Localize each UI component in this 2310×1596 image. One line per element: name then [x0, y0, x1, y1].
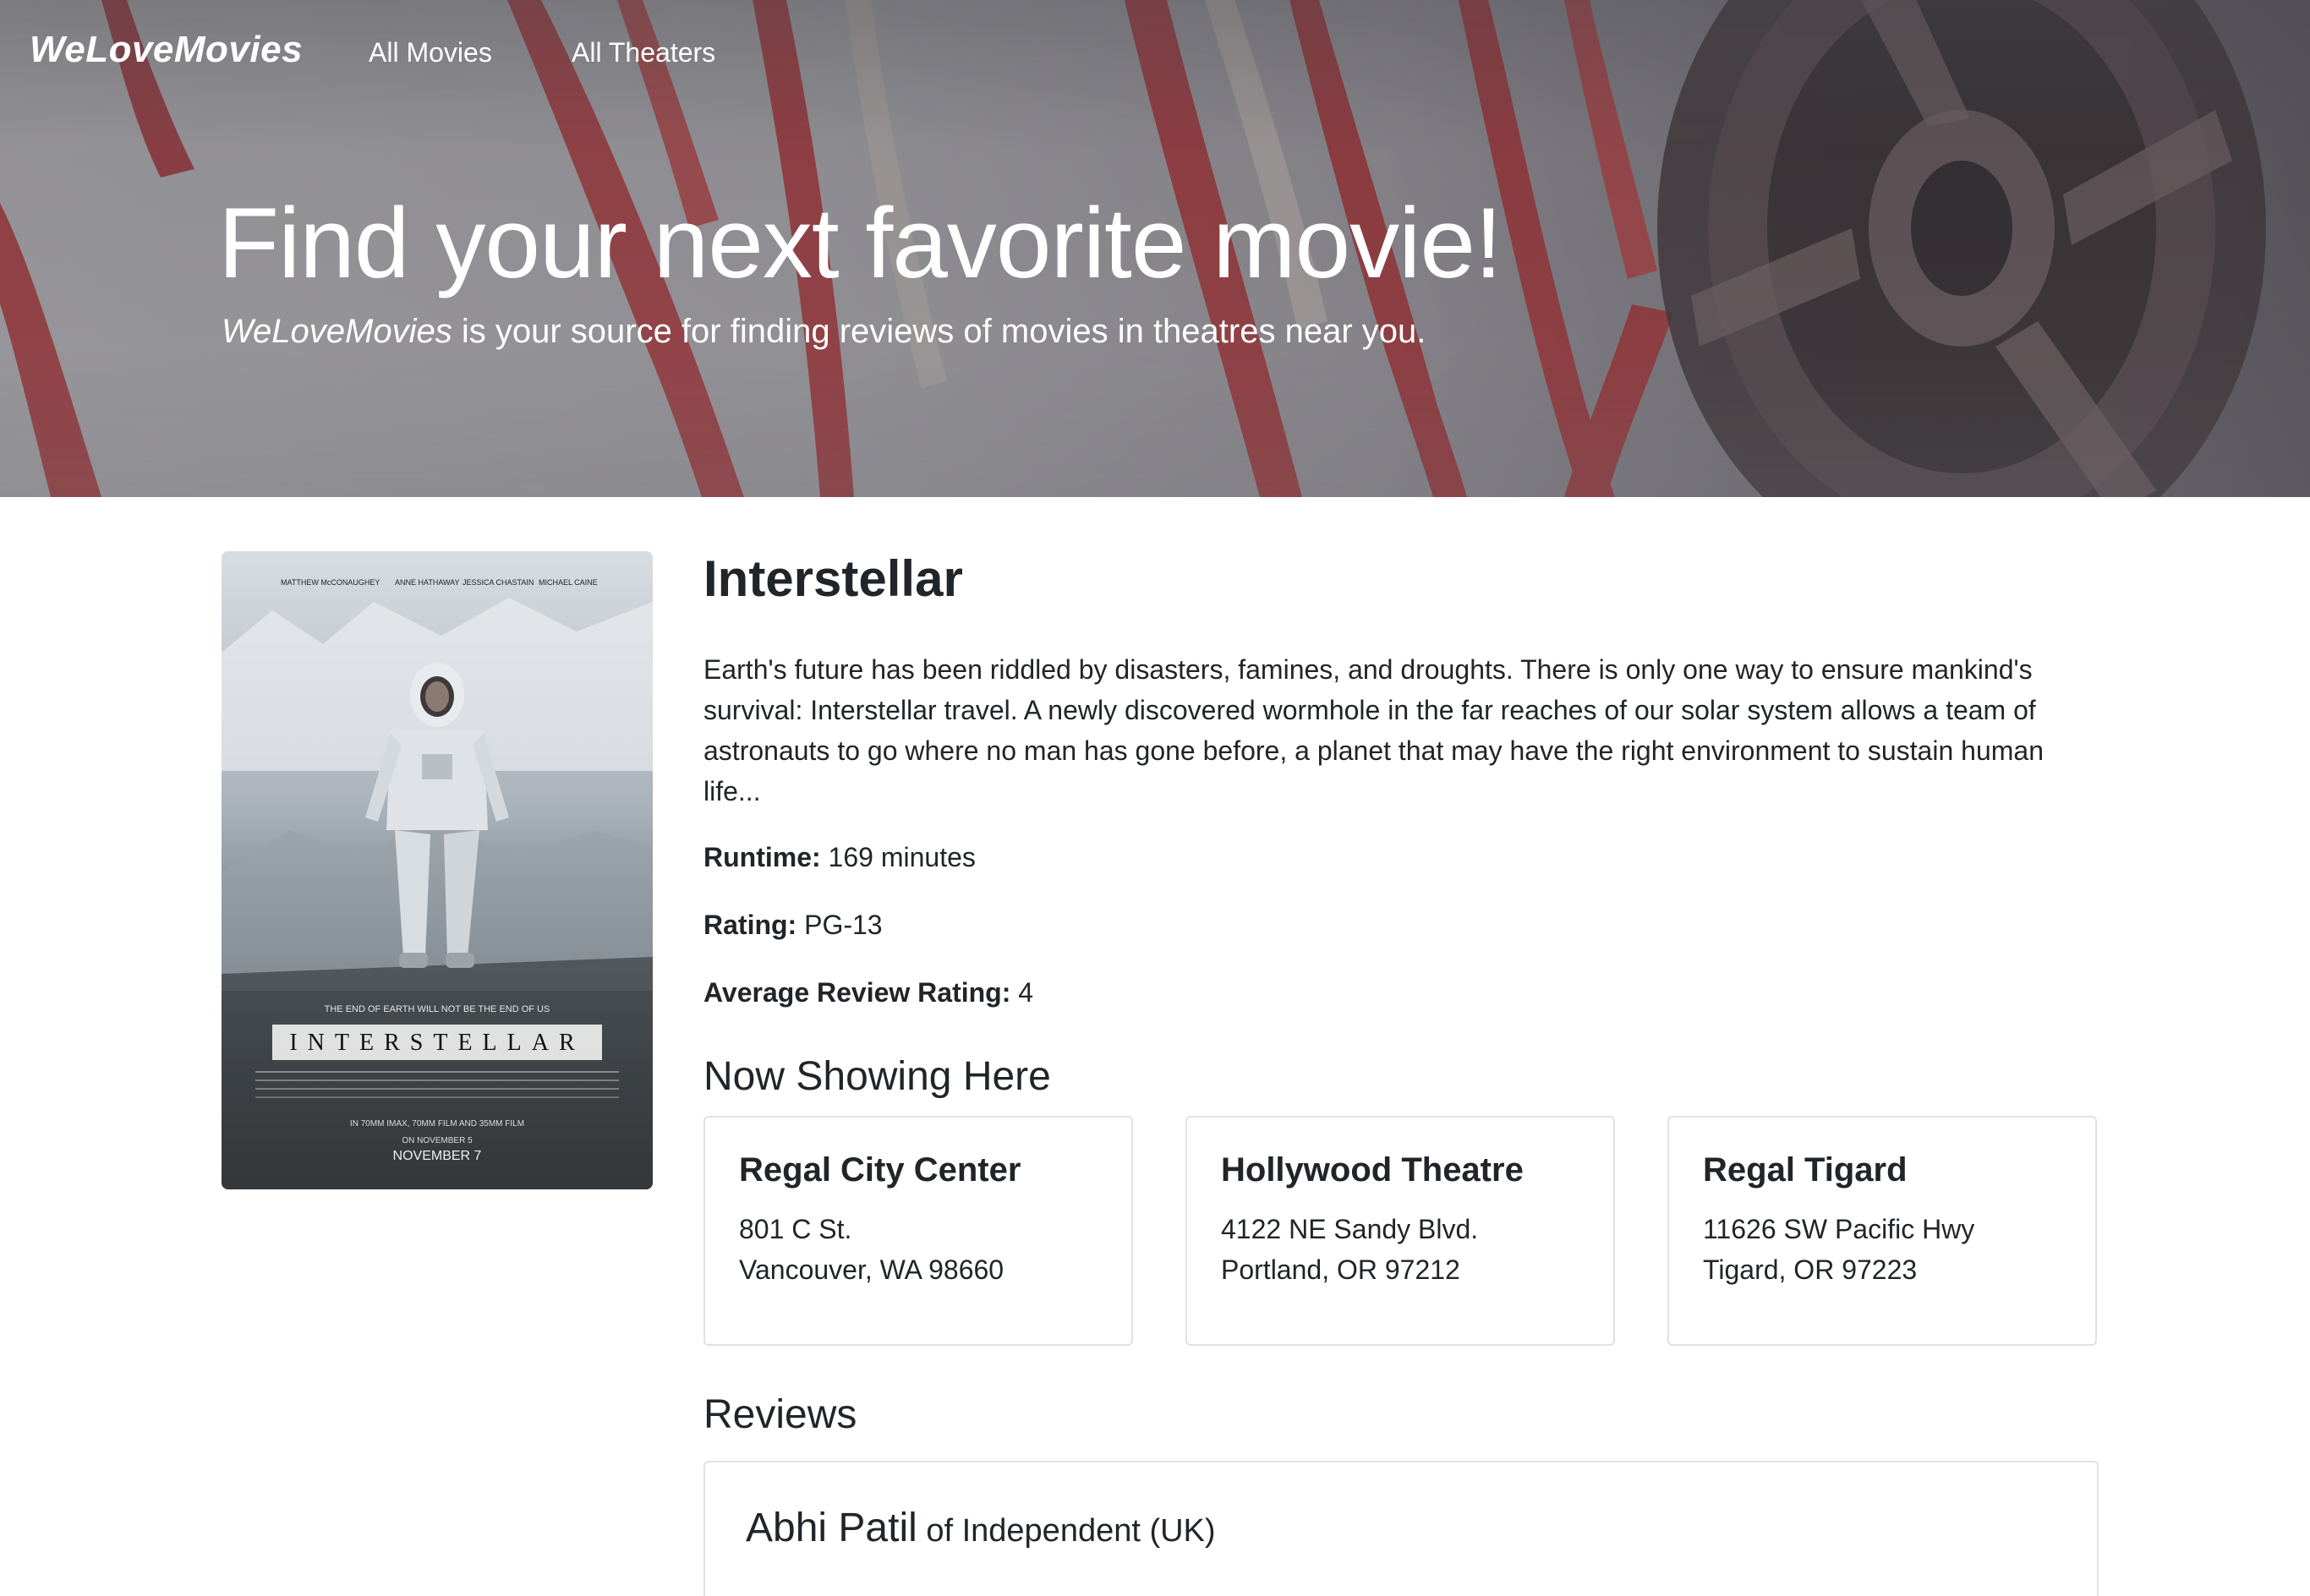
movie-poster: MATTHEW McCONAUGHEY ANNE HATHAWAY JESSIC…: [222, 551, 653, 1189]
runtime-label: Runtime:: [703, 842, 821, 872]
poster-release-1: ON NOVEMBER 5: [402, 1136, 473, 1145]
poster-cast-2: ANNE HATHAWAY: [395, 578, 460, 587]
poster-cast-4: MICHAEL CAINE: [539, 578, 598, 587]
review-card: Abhi Patil of Independent (UK): [703, 1461, 2099, 1596]
theater-address-line1: 801 C St.: [739, 1214, 852, 1244]
brand-logo[interactable]: WeLoveMovies: [30, 29, 303, 71]
average-rating-label: Average Review Rating:: [703, 977, 1011, 1008]
poster-formats: IN 70MM IMAX, 70MM FILM AND 35MM FILM: [350, 1119, 524, 1129]
theater-name: Regal City Center: [739, 1151, 1021, 1189]
rating-value: PG-13: [796, 910, 883, 940]
movie-title: Interstellar: [703, 550, 963, 607]
hero-subtitle: WeLoveMovies is your source for finding …: [222, 313, 1426, 351]
theater-address-line2: Tigard, OR 97223: [1703, 1254, 1918, 1285]
poster-tagline: THE END OF EARTH WILL NOT BE THE END OF …: [325, 1004, 550, 1014]
runtime-value: 169 minutes: [820, 842, 976, 872]
theater-address-line1: 11626 SW Pacific Hwy: [1703, 1214, 1975, 1244]
hero-banner: WeLoveMovies All Movies All Theaters Fin…: [0, 0, 2310, 497]
poster-wordmark: INTERSTELLAR: [289, 1030, 584, 1056]
critic-name: Abhi Patil: [746, 1506, 917, 1550]
nav-all-theaters[interactable]: All Theaters: [572, 37, 715, 68]
theater-name: Regal Tigard: [1703, 1151, 1908, 1189]
reviews-heading: Reviews: [703, 1392, 857, 1437]
theater-address-line1: 4122 NE Sandy Blvd.: [1221, 1214, 1479, 1244]
theater-name: Hollywood Theatre: [1221, 1151, 1524, 1189]
critic-organization: of Independent (UK): [917, 1513, 1216, 1549]
reviewer: Abhi Patil of Independent (UK): [746, 1505, 1216, 1551]
movie-average-rating: Average Review Rating: 4: [703, 977, 1033, 1008]
average-rating-value: 4: [1010, 977, 1034, 1008]
poster-art: MATTHEW McCONAUGHEY ANNE HATHAWAY JESSIC…: [222, 551, 653, 1189]
theater-address-line2: Vancouver, WA 98660: [739, 1254, 1004, 1285]
poster-cast-1: MATTHEW McCONAUGHEY: [281, 578, 380, 587]
hero-subtitle-brand: WeLoveMovies: [222, 313, 452, 350]
theater-card[interactable]: Regal City Center 801 C St. Vancouver, WA…: [703, 1116, 1133, 1346]
theater-address-line2: Portland, OR 97212: [1221, 1254, 1460, 1285]
top-navbar: WeLoveMovies All Movies All Theaters: [0, 0, 2310, 110]
movie-description: Earth's future has been riddled by disas…: [703, 654, 2044, 806]
theater-card[interactable]: Regal Tigard 11626 SW Pacific Hwy Tigard,…: [1667, 1116, 2097, 1346]
theater-address: 11626 SW Pacific Hwy Tigard, OR 97223: [1703, 1209, 1974, 1290]
hero-title: Find your next favorite movie!: [218, 188, 1503, 299]
nav-all-movies[interactable]: All Movies: [369, 37, 492, 68]
movie-rating: Rating: PG-13: [703, 910, 883, 941]
theater-card[interactable]: Hollywood Theatre 4122 NE Sandy Blvd. Por…: [1185, 1116, 1615, 1346]
theater-address: 4122 NE Sandy Blvd. Portland, OR 97212: [1221, 1209, 1478, 1290]
poster-release-2: NOVEMBER 7: [393, 1149, 482, 1163]
movie-runtime: Runtime: 169 minutes: [703, 842, 976, 873]
now-showing-heading: Now Showing Here: [703, 1054, 1051, 1099]
hero-subtitle-text: is your source for finding reviews of mo…: [452, 313, 1426, 350]
poster-cast-3: JESSICA CHASTAIN: [463, 578, 534, 587]
theater-address: 801 C St. Vancouver, WA 98660: [739, 1209, 1004, 1290]
rating-label: Rating:: [703, 910, 797, 940]
